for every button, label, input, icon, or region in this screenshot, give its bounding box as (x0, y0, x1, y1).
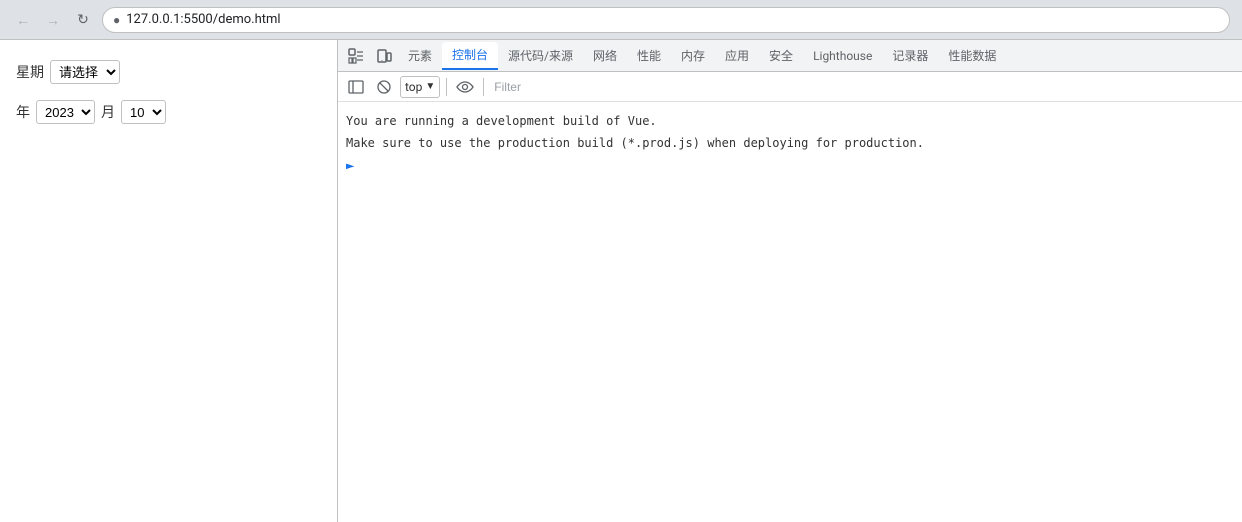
context-selector-label: top (405, 80, 422, 94)
context-selector[interactable]: top ▼ (400, 76, 440, 98)
reload-button[interactable]: ↻ (72, 9, 94, 31)
year-label: 年 (16, 102, 30, 122)
weekday-select[interactable]: 请选择 (50, 60, 120, 84)
month-select[interactable]: 10 (121, 100, 166, 124)
context-selector-chevron: ▼ (425, 81, 435, 92)
tab-memory[interactable]: 内存 (671, 42, 715, 70)
devtools-toolbar: top ▼ (338, 72, 1242, 102)
toolbar-divider-2 (483, 78, 484, 96)
back-button[interactable]: ← (12, 9, 34, 31)
clear-console-icon[interactable] (372, 75, 396, 99)
browser-chrome: ← → ↻ ● 127.0.0.1:5500/demo.html (0, 0, 1242, 40)
toolbar-divider (446, 78, 447, 96)
web-page-panel: 星期 请选择 年 2023 月 10 (0, 40, 338, 522)
tab-console[interactable]: 控制台 (442, 42, 498, 70)
device-icon[interactable] (370, 42, 398, 70)
weekday-label: 星期 (16, 62, 44, 82)
tab-application[interactable]: 应用 (715, 42, 759, 70)
console-prompt[interactable]: ► (346, 158, 1234, 174)
eye-icon[interactable] (453, 75, 477, 99)
address-bar[interactable]: ● 127.0.0.1:5500/demo.html (102, 7, 1230, 33)
main-area: 星期 请选择 年 2023 月 10 (0, 40, 1242, 522)
tab-lighthouse[interactable]: Lighthouse (803, 42, 882, 70)
console-message-1: You are running a development build of V… (346, 110, 1234, 132)
tab-performance-data[interactable]: 性能数据 (938, 42, 1006, 70)
tab-performance[interactable]: 性能 (627, 42, 671, 70)
year-month-row: 年 2023 月 10 (16, 100, 321, 124)
prompt-arrow-icon: ► (346, 158, 354, 174)
console-message-2: Make sure to use the production build (*… (346, 132, 1234, 154)
filter-input[interactable] (490, 76, 1236, 98)
tab-sources[interactable]: 源代码/来源 (498, 42, 583, 70)
weekday-row: 星期 请选择 (16, 60, 321, 84)
console-content: You are running a development build of V… (338, 102, 1242, 522)
inspect-icon[interactable] (342, 42, 370, 70)
lock-icon: ● (113, 13, 120, 27)
url-text: 127.0.0.1:5500/demo.html (126, 12, 280, 27)
tab-recorder[interactable]: 记录器 (882, 42, 938, 70)
year-select[interactable]: 2023 (36, 100, 95, 124)
tab-security[interactable]: 安全 (759, 42, 803, 70)
devtools-tabs: 元素 控制台 源代码/来源 网络 性能 内存 应用 安全 (338, 40, 1242, 72)
forward-button[interactable]: → (42, 9, 64, 31)
sidebar-toggle-icon[interactable] (344, 75, 368, 99)
month-label: 月 (101, 102, 115, 122)
tab-elements[interactable]: 元素 (398, 42, 442, 70)
tab-network[interactable]: 网络 (583, 42, 627, 70)
devtools-panel: 元素 控制台 源代码/来源 网络 性能 内存 应用 安全 (338, 40, 1242, 522)
